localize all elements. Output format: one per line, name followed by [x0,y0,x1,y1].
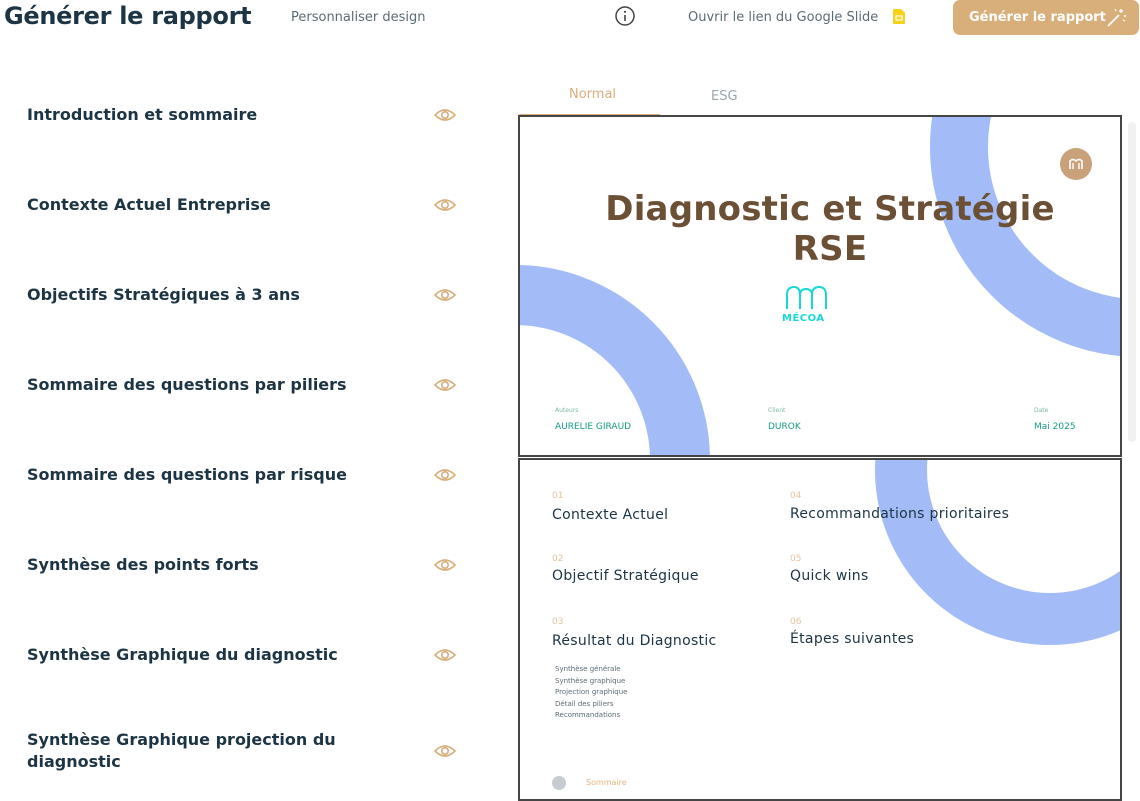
author-value: AURELIE GIRAUD [555,422,632,432]
item-number: 06 [790,617,802,627]
google-slide-link[interactable]: Ouvrir le lien du Google Slide [688,10,878,25]
company-badge-icon [1060,148,1092,180]
eye-icon[interactable] [434,287,456,303]
summary-item: Contexte Actuel [552,507,669,523]
info-icon[interactable] [615,6,635,26]
summary-subitem: Synthèse graphique [555,676,626,685]
decorative-arc [875,460,1120,645]
eye-icon[interactable] [434,647,456,663]
summary-subitem: Synthèse générale [555,665,621,673]
eye-icon[interactable] [434,743,456,759]
slide-summary[interactable]: 01 Contexte Actuel 02 Objectif Stratégiq… [518,458,1122,801]
section-contexte[interactable]: Contexte Actuel Entreprise [27,194,347,216]
mecoa-logo-text: MÉCOA [782,313,825,324]
section-projection[interactable]: Synthèse Graphique projection du diagnos… [27,729,357,773]
eye-icon[interactable] [434,467,456,483]
summary-subitem: Détail des piliers [555,699,614,708]
client-label: Client [768,407,786,414]
page-title: Générer le rapport [4,2,252,30]
footer-logo-icon [552,776,566,790]
tab-esg[interactable]: ESG [711,89,738,104]
eye-icon[interactable] [434,107,456,123]
eye-icon[interactable] [434,557,456,573]
generate-report-button[interactable]: Générer le rapport [953,0,1139,35]
author-label: Auteurs [555,407,579,414]
slide-title: Diagnostic et Stratégie RSE [605,189,1055,269]
summary-item: Objectif Stratégique [552,568,699,584]
tab-normal[interactable]: Normal [569,87,616,102]
item-number: 05 [790,554,802,564]
client-value: DUROK [768,422,801,432]
item-number: 02 [552,554,564,564]
section-questions-risque[interactable]: Sommaire des questions par risque [27,464,347,486]
section-introduction[interactable]: Introduction et sommaire [27,104,347,126]
eye-icon[interactable] [434,197,456,213]
summary-item: Recommandations prioritaires [790,506,1010,522]
section-objectifs[interactable]: Objectifs Stratégiques à 3 ans [27,284,347,306]
summary-subitems: Synthèse générale Synthèse graphique Pro… [555,664,627,722]
generate-report-label: Générer le rapport [969,10,1106,25]
summary-item: Étapes suivantes [790,631,915,647]
section-questions-piliers[interactable]: Sommaire des questions par piliers [27,374,347,396]
mecoa-logo-icon [786,285,827,309]
summary-item: Résultat du Diagnostic [552,633,717,649]
date-value: Mai 2025 [1034,422,1076,432]
item-number: 03 [552,617,564,627]
google-slides-icon[interactable] [893,9,905,24]
footer-label: Sommaire [586,778,627,787]
summary-subitem: Recommandations [555,711,621,719]
summary-item: Quick wins [790,568,869,584]
section-points-forts[interactable]: Synthèse des points forts [27,554,347,576]
date-label: Date [1034,407,1049,414]
customize-design-link[interactable]: Personnaliser design [291,10,426,25]
eye-icon[interactable] [434,377,456,393]
summary-subitem: Projection graphique [555,688,628,696]
item-number: 01 [552,491,564,501]
item-number: 04 [790,491,802,501]
slide-cover[interactable]: Diagnostic et Stratégie RSE MÉCOA Auteur… [518,115,1122,457]
magic-wand-icon [1107,8,1126,27]
section-synthese-graphique[interactable]: Synthèse Graphique du diagnostic [27,644,347,666]
preview-scrollbar[interactable] [1128,122,1136,442]
